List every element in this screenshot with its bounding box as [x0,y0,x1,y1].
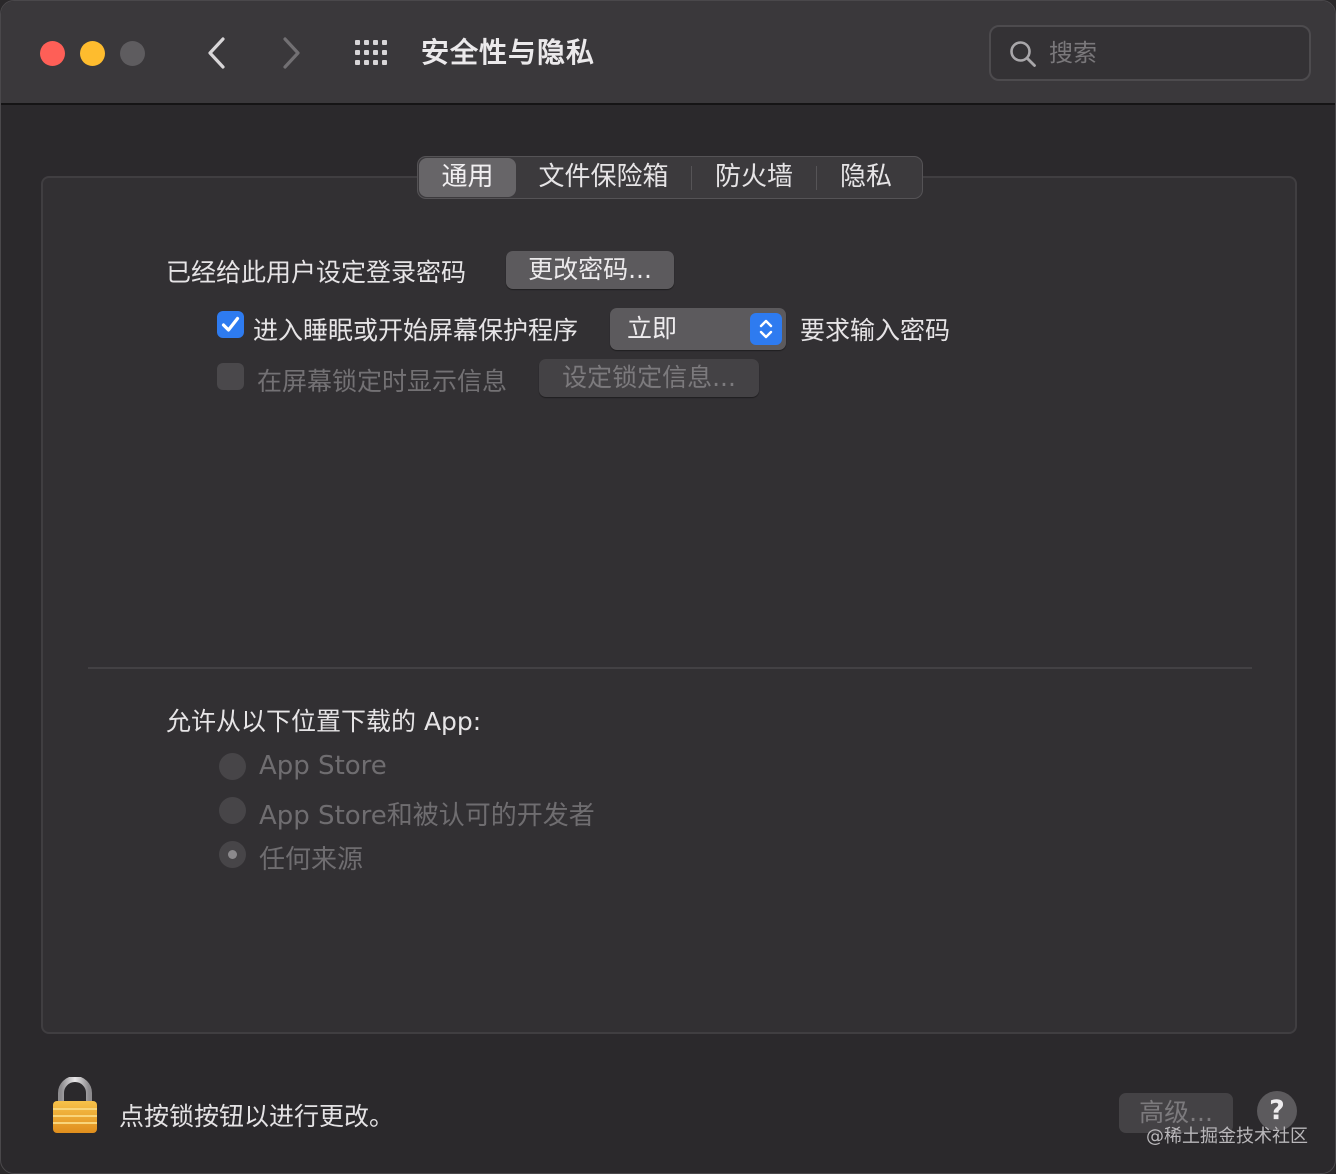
checkmark-icon [221,316,240,332]
radio-app-store-identified[interactable] [219,797,246,824]
lock-message-label: 在屏幕锁定时显示信息 [257,367,508,396]
window-title: 安全性与隐私 [421,36,596,69]
minimize-window-button[interactable] [80,41,105,66]
radio-app-store[interactable] [219,753,246,780]
password-delay-value: 立即 [627,314,678,343]
tab-privacy[interactable]: 隐私 [817,158,915,197]
chevron-left-icon [208,37,225,69]
tab-filevault[interactable]: 文件保险箱 [516,158,691,197]
require-password-suffix: 要求输入密码 [800,316,951,345]
stepper-icon [750,313,782,345]
search-field[interactable] [989,25,1311,81]
zoom-window-button[interactable] [120,41,145,66]
search-input[interactable] [1049,35,1289,71]
lock-status-text: 点按锁按钮以进行更改。 [119,1102,395,1131]
require-password-label: 进入睡眠或开始屏幕保护程序 [253,316,579,345]
back-button[interactable] [197,31,237,75]
tab-general[interactable]: 通用 [419,158,516,197]
lock-message-checkbox[interactable] [217,363,244,390]
radio-anywhere[interactable] [219,841,246,868]
lock-icon[interactable] [51,1077,99,1135]
password-set-label: 已经给此用户设定登录密码 [166,258,467,287]
download-sources-heading: 允许从以下位置下载的 App: [166,707,482,736]
search-icon [1010,41,1036,67]
set-lock-message-button[interactable]: 设定锁定信息... [539,359,759,397]
close-window-button[interactable] [40,41,65,66]
watermark: @稀土掘金技术社区 [1146,1126,1308,1147]
section-divider [88,667,1252,669]
change-password-button[interactable]: 更改密码... [506,251,674,289]
require-password-checkbox[interactable] [217,311,244,338]
system-preferences-window: 安全性与隐私 通用 文件保险箱 防火墙 隐私 已经给此用户设定登录密码 更改密码… [0,0,1336,1174]
radio-label-anywhere: 任何来源 [259,845,364,875]
forward-button[interactable] [271,31,311,75]
radio-label-app-store-identified: App Store和被认可的开发者 [259,801,595,831]
radio-label-app-store: App Store [259,751,387,781]
tab-bar: 通用 文件保险箱 防火墙 隐私 [417,156,923,199]
password-delay-select[interactable]: 立即 [610,308,786,350]
tab-firewall[interactable]: 防火墙 [692,158,816,197]
title-bar: 安全性与隐私 [1,1,1335,105]
general-panel [41,176,1297,1034]
chevron-right-icon [283,37,300,69]
show-all-grid-button[interactable] [353,38,393,68]
